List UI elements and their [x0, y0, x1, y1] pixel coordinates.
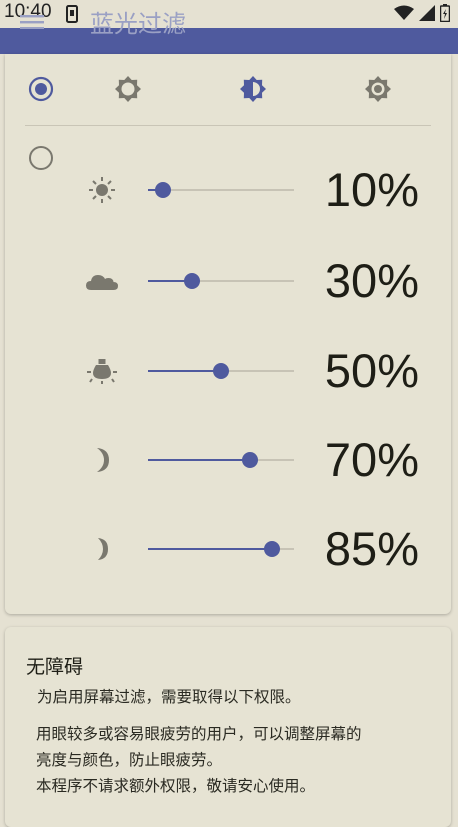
brightness-half-icon[interactable]: [237, 73, 269, 105]
permissions-text: 用眼较多或容易眼疲劳的用户，可以调整屏幕的: [36, 725, 362, 743]
moon-small-icon: [85, 535, 119, 563]
slider-row-lamp: 50%: [5, 341, 451, 401]
percent-label: 30%: [324, 254, 419, 307]
radio-selected-icon[interactable]: [25, 73, 57, 105]
status-bar: 10:40: [0, 0, 458, 28]
percent-label: 70%: [324, 433, 419, 486]
permissions-card: 无障碍 为启用屏幕过滤，需要取得以下权限。 用眼较多或容易眼疲劳的用户，可以调整…: [5, 627, 451, 827]
slider-lamp[interactable]: [148, 363, 294, 379]
cloud-icon: [85, 267, 119, 295]
brightness-low-icon[interactable]: [112, 73, 144, 105]
slider-row-moon: 70%: [5, 430, 451, 490]
moon-icon: [85, 446, 119, 474]
mode-selector: [5, 54, 451, 126]
battery-icon: [439, 4, 451, 26]
slider-cloud[interactable]: [148, 273, 294, 289]
menu-icon[interactable]: [20, 14, 46, 33]
divider: [25, 125, 431, 126]
slider-knob[interactable]: [183, 273, 200, 289]
slider-knob[interactable]: [154, 182, 171, 198]
slider-row-sun: 10%: [5, 160, 451, 220]
permissions-text: 亮度与颜色，防止眼疲劳。: [36, 751, 223, 769]
wifi-icon: [394, 5, 414, 25]
permissions-text: 为启用屏幕过滤，需要取得以下权限。: [37, 688, 301, 706]
slider-knob[interactable]: [213, 363, 229, 379]
slider-row-moon-small: 85%: [5, 519, 451, 579]
brightness-auto-icon[interactable]: [362, 73, 394, 105]
percent-label: 10%: [324, 163, 419, 216]
lamp-icon: [85, 357, 119, 385]
app-title: 蓝光过滤: [90, 10, 186, 38]
slider-moon[interactable]: [148, 452, 294, 468]
slider-moon-small[interactable]: [148, 541, 294, 557]
filter-card: 10% 30% 50% 70% 85%: [5, 54, 451, 614]
permissions-title: 无障碍: [26, 656, 84, 678]
slider-knob[interactable]: [264, 541, 281, 557]
percent-label: 50%: [324, 344, 419, 397]
sun-icon: [85, 176, 119, 204]
slider-sun[interactable]: [148, 182, 294, 198]
slider-knob[interactable]: [242, 452, 259, 468]
slider-row-cloud: 30%: [5, 251, 451, 311]
signal-icon: [419, 5, 435, 25]
notification-icon: [66, 5, 78, 27]
permissions-text: 本程序不请求额外权限，敬请安心使用。: [36, 777, 316, 795]
percent-label: 85%: [324, 522, 419, 575]
